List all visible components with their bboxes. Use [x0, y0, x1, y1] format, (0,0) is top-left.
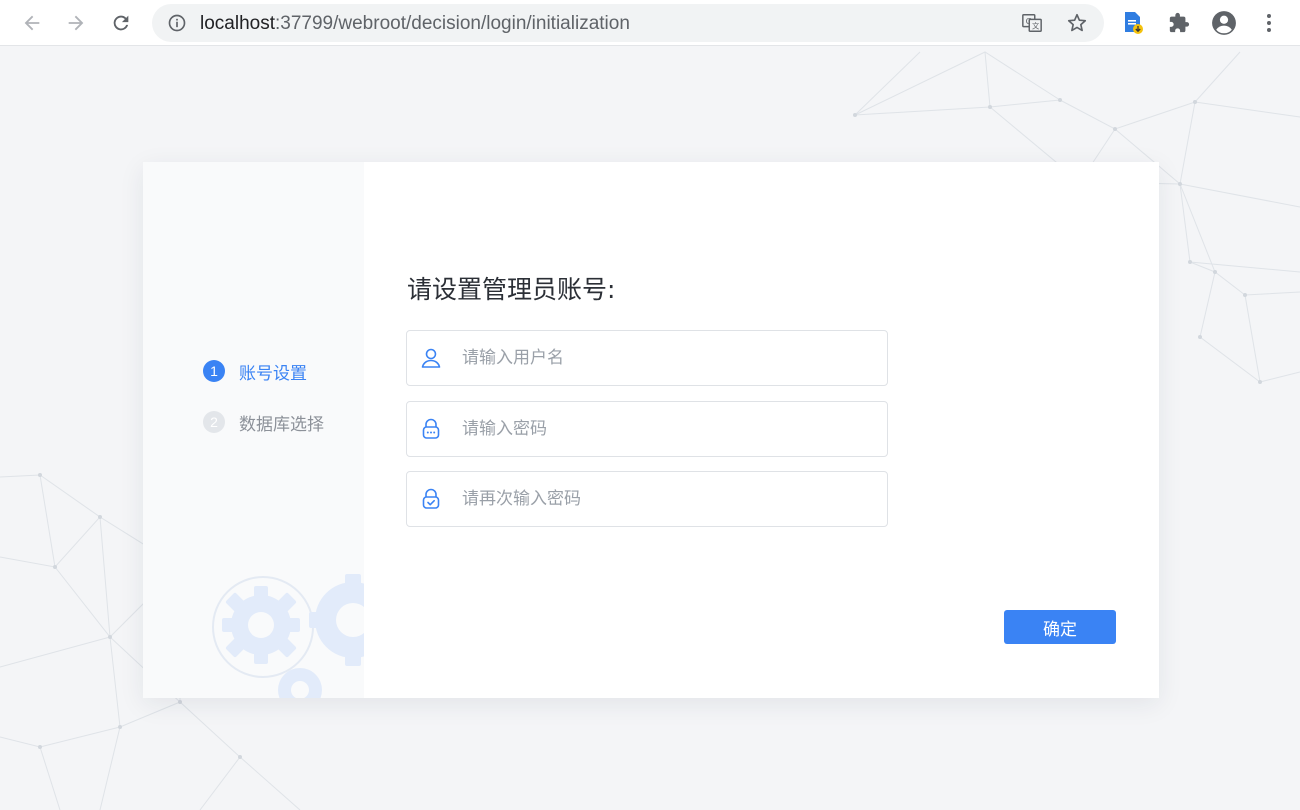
reload-icon — [113, 15, 129, 31]
back-button[interactable] — [16, 7, 48, 39]
lock-icon — [422, 418, 440, 439]
step-number: 2 — [203, 411, 225, 433]
bookmark-star-icon[interactable] — [1065, 11, 1089, 35]
forward-arrow-icon — [68, 15, 84, 31]
address-bar[interactable]: localhost:37799/webroot/decision/login/i… — [152, 4, 1104, 42]
translate-icon[interactable]: G文 — [1020, 11, 1044, 35]
extensions-puzzle-icon[interactable] — [1165, 9, 1193, 37]
init-card: 1 账号设置 2 数据库选择 请设置管理员账号: 请输入用户名 确定 — [143, 162, 1159, 698]
confirm-password-input[interactable] — [462, 482, 862, 516]
lock-check-icon — [422, 488, 440, 509]
profile-avatar-icon[interactable] — [1210, 9, 1238, 37]
confirm-password-field[interactable] — [406, 471, 888, 527]
url-text: localhost:37799/webroot/decision/login/i… — [200, 13, 630, 35]
url-host: localhost — [200, 13, 275, 34]
reload-button[interactable] — [105, 7, 137, 39]
back-arrow-icon — [24, 15, 40, 31]
browser-menu-icon[interactable] — [1255, 9, 1283, 37]
extension-document-icon[interactable] — [1119, 9, 1147, 37]
password-field[interactable] — [406, 401, 888, 457]
form-title: 请设置管理员账号: — [407, 275, 616, 304]
password-input[interactable] — [462, 412, 862, 446]
step-number: 1 — [203, 360, 225, 382]
confirm-button[interactable]: 确定 — [1004, 610, 1116, 644]
step-label: 数据库选择 — [239, 414, 324, 435]
browser-toolbar: localhost:37799/webroot/decision/login/i… — [0, 0, 1300, 46]
steps-sidebar: 1 账号设置 2 数据库选择 — [143, 162, 364, 698]
page-content: 1 账号设置 2 数据库选择 请设置管理员账号: 请输入用户名 确定 — [0, 47, 1300, 810]
forward-button[interactable] — [60, 7, 92, 39]
step-label: 账号设置 — [239, 363, 307, 384]
site-info-icon[interactable] — [165, 11, 189, 35]
svg-text:文: 文 — [1032, 22, 1040, 31]
step-database-selection: 2 数据库选择 — [203, 410, 324, 435]
step-account-setup: 1 账号设置 — [203, 359, 307, 384]
username-field[interactable] — [406, 330, 888, 386]
gears-illustration-icon — [212, 574, 364, 698]
user-icon — [421, 348, 441, 368]
username-input[interactable] — [462, 341, 862, 375]
url-path: :37799/webroot/decision/login/initializa… — [275, 13, 630, 34]
